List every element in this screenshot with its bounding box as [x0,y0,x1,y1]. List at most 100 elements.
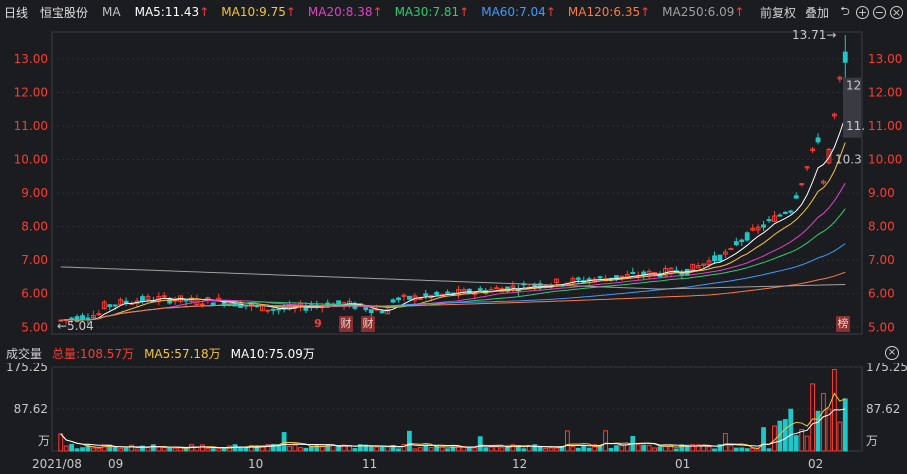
ma-legend-label: MA10:9.75 [221,5,286,19]
volume-bar [183,448,189,452]
volume-bar [101,444,107,452]
back-icon[interactable]: ⮌ [838,4,852,19]
volume-ma5: MA5:57.18万 [144,346,221,361]
ma-legend-label: MA20:8.38 [307,5,373,19]
candle-body [477,288,483,291]
volume-bar [635,444,641,452]
y-tick-label: 8.00 [21,220,48,234]
volume-bar [407,430,412,452]
candle-body [717,254,723,262]
volume-bar [129,444,134,452]
up-arrow-icon: ↑ [459,5,470,19]
volume-bar [712,448,717,452]
volume-bar [123,447,129,452]
volume-bar [821,392,826,452]
volume-bar [548,447,554,452]
zoom-out-icon[interactable]: − [873,5,886,19]
volume-bar [412,448,418,452]
volume-bar [521,448,527,452]
candle-body [417,297,423,300]
volume-bar [58,433,64,452]
ma-legend-item: MA5:11.43↑ [135,5,210,19]
candle-body [445,291,450,294]
candle-body [210,302,216,306]
volume-bars [58,369,848,452]
volume-bar [586,447,592,452]
candle-body [423,293,429,297]
x-label: 10 [248,457,264,471]
ma-line [60,266,846,290]
ma-legend-item: MA10:9.75↑ [221,5,296,19]
volume-bar [723,433,728,452]
indicator-name[interactable]: MA [102,5,121,19]
event-tag-finance-1[interactable]: 财 [339,316,353,332]
volume-bar [210,448,216,452]
volume-bar [581,445,587,452]
volume-bar [428,447,434,452]
volume-bar [63,445,69,452]
y-tick-label: 5.00 [21,320,48,334]
close-icon[interactable]: × [890,5,903,19]
volume-bar [112,446,118,452]
volume-bar [706,446,712,452]
event-tag-dividend[interactable]: 9 [311,316,325,332]
volume-unit: 万 [38,434,50,448]
zoom-in-icon[interactable]: + [856,5,869,19]
event-tag-rank[interactable]: 榜 [836,316,850,332]
volume-bar [80,447,85,452]
y-tick-label: 12.00 [14,85,48,99]
candle-body [777,214,783,217]
candle-body [793,195,799,199]
volume-bar [761,427,766,452]
candle-body [619,275,625,278]
y-tick-label-right: 8.00 [868,220,895,234]
y-tick-label: 10.00 [14,153,48,167]
ma-legend-item: MA30:7.81↑ [395,5,470,19]
chart-controls: 前复权 叠加 ⮌ + − × [760,0,907,24]
period-label[interactable]: 日线 [4,4,28,21]
candle-body [276,308,282,311]
price-chart[interactable]: 13.00 13.00 12.00 12.00 11.00 11.00 10.00 10.00… [0,24,907,339]
volume-bar [499,447,505,452]
up-arrow-icon: ↑ [372,5,383,19]
fuquan-button[interactable]: 前复权 [760,4,796,21]
volume-bar [298,447,303,452]
volume-bar [575,447,581,452]
overlay-button[interactable]: 叠加 [805,4,829,21]
volume-bar [292,444,298,452]
volume-bar [303,447,309,452]
candle-body [597,276,603,279]
candle-body [466,288,472,294]
volume-bar [804,435,810,452]
high-annotation: 13.71→ [792,28,836,42]
volume-bar [238,447,243,452]
volume-bar [336,445,341,452]
volume-bar [755,448,761,452]
volume-bar [657,446,663,452]
volume-chart[interactable]: 175.25 175.25 87.62 87.62 万 万 [0,363,907,456]
candle-body [379,310,385,314]
volume-close-icon[interactable]: × [885,346,899,360]
event-tag-finance-2[interactable]: 财 [361,316,375,332]
volume-bar [646,444,652,452]
candle-body [199,303,205,306]
volume-bar [810,383,815,452]
volume-tick-label: 87.62 [14,402,48,416]
up-arrow-icon: ↑ [199,5,210,19]
volume-bar [565,430,570,452]
volume-unit-right: 万 [866,434,878,448]
volume-bar [287,445,292,452]
volume-bar [488,446,494,452]
volume-bar [445,448,450,452]
volume-bar [74,448,80,452]
volume-bar [172,447,178,452]
ma-legend-label: MA30:7.81 [394,5,460,19]
price-tag: 11. [846,119,865,133]
y-tick-label-right: 9.00 [868,186,895,200]
volume-bar [199,444,205,452]
volume-bar [543,448,549,452]
volume-bar [652,447,657,452]
volume-bar [554,447,559,452]
up-arrow-icon: ↑ [640,5,651,19]
volume-bar [788,408,794,452]
